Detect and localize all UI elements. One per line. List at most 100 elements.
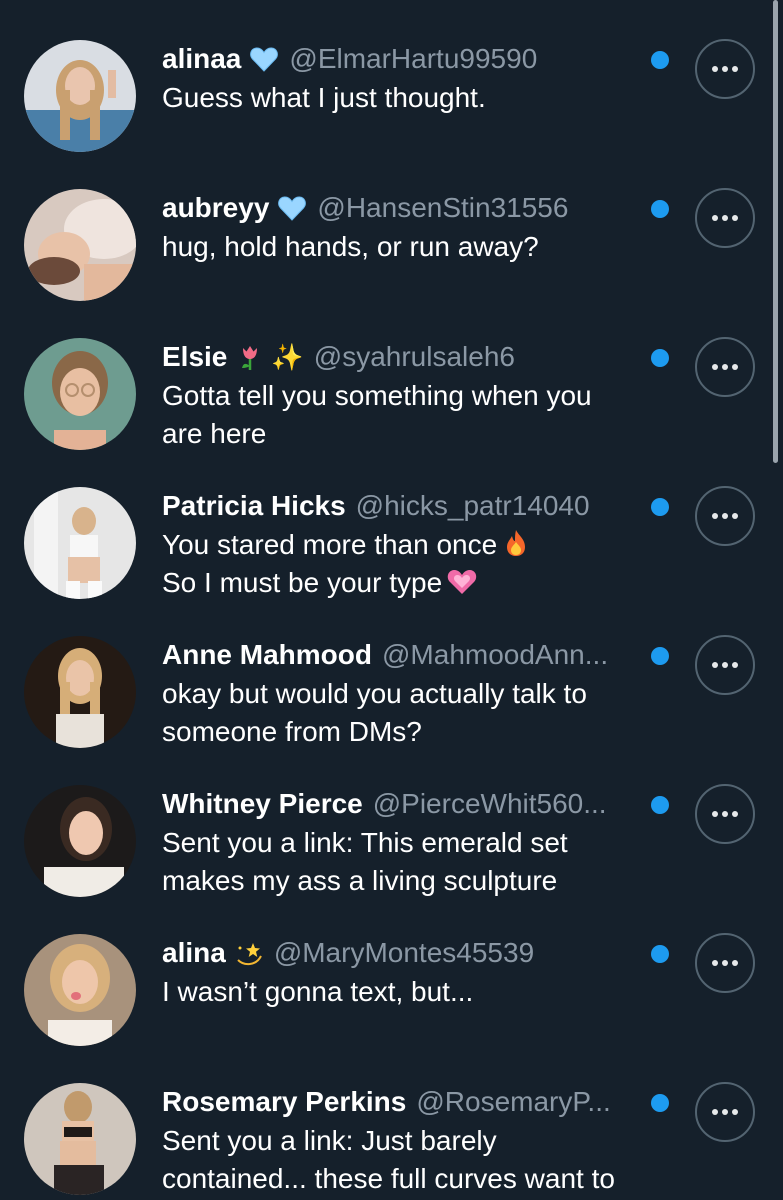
more-horizontal-icon [712,66,738,72]
display-name: Anne Mahmood [162,639,372,670]
message-line: Sent you a link: This emerald set [162,827,568,858]
message-line-text: So I must be your type [162,567,443,598]
conversation-header: alinaa @ElmarHartu99590 [162,40,537,78]
message-line: You stared more than once [162,526,642,564]
fire-icon [507,530,526,556]
more-horizontal-icon [712,960,738,966]
sparkling-heart-icon [447,569,477,594]
more-horizontal-icon [712,364,738,370]
display-name: aubreyy [162,192,270,223]
more-options-button[interactable] [695,933,755,993]
unread-indicator [651,1094,669,1112]
dizzy-star-icon [237,943,262,966]
conversation-header: Rosemary Perkins @RosemaryP... [162,1083,611,1121]
conversation-row[interactable]: Whitney Pierce @PierceWhit560... Sent yo… [0,745,770,897]
avatar-photo [24,40,136,152]
more-horizontal-icon [712,1109,738,1115]
message-line: Sent you a link: Just barely [162,1125,497,1156]
more-horizontal-icon [712,811,738,817]
avatar-photo [24,338,136,450]
more-horizontal-icon [712,662,738,668]
message-line-text: You stared more than once [162,529,498,560]
display-name: alinaa [162,43,242,74]
message-preview: Guess what I just thought. [162,79,642,117]
conversation-row[interactable]: Anne Mahmood @MahmoodAnn... okay but wou… [0,596,770,748]
avatar[interactable] [24,1083,136,1195]
avatar[interactable] [24,338,136,450]
message-preview: okay but would you actually talk to some… [162,675,642,751]
user-handle: @HansenStin31556 [317,192,569,223]
message-preview: hug, hold hands, or run away? [162,228,642,266]
avatar-photo [24,934,136,1046]
conversation-row[interactable]: alina @MaryMontes45539 I wasn’t gonna te… [0,894,770,1046]
more-options-button[interactable] [695,188,755,248]
avatar[interactable] [24,785,136,897]
unread-indicator [651,349,669,367]
message-line: okay but would you actually talk to [162,678,587,709]
more-options-button[interactable] [695,635,755,695]
message-line: Guess what I just thought. [162,82,486,113]
user-handle: @MaryMontes45539 [273,937,535,968]
user-handle: @PierceWhit560... [372,788,607,819]
unread-indicator [651,200,669,218]
user-handle: @MahmoodAnn... [382,639,609,670]
sparkles-icon: ✨ [271,342,304,372]
avatar-photo [24,487,136,599]
message-line: Gotta tell you something when you [162,380,592,411]
scrollbar[interactable] [772,0,780,465]
conversation-row[interactable]: Rosemary Perkins @RosemaryP... Sent you … [0,1043,770,1195]
conversation-header: Elsie ✨ @syahrulsaleh6 [162,338,515,376]
conversation-row[interactable]: aubreyy @HansenStin31556 hug, hold hands… [0,149,770,301]
more-horizontal-icon [712,513,738,519]
unread-indicator [651,647,669,665]
message-preview: I wasn’t gonna text, but... [162,973,642,1011]
more-options-button[interactable] [695,39,755,99]
dm-conversation-list: alinaa @ElmarHartu99590 Guess what I jus… [0,0,783,1200]
conversation-header: Patricia Hicks @hicks_patr14040 [162,487,590,525]
conversation-header: alina @MaryMontes45539 [162,934,534,972]
more-options-button[interactable] [695,1082,755,1142]
message-preview: Sent you a link: Just barely contained..… [162,1122,642,1198]
more-options-button[interactable] [695,337,755,397]
message-preview: Sent you a link: This emerald set makes … [162,824,642,900]
avatar[interactable] [24,934,136,1046]
avatar[interactable] [24,487,136,599]
conversation-row[interactable]: Patricia Hicks @hicks_patr14040 You star… [0,447,770,599]
message-preview: You stared more than once So I must be y… [162,526,642,602]
tulip-icon [242,346,258,370]
display-name: Elsie [162,341,228,372]
user-handle: @syahrulsaleh6 [313,341,515,372]
more-options-button[interactable] [695,486,755,546]
display-name: Patricia Hicks [162,490,346,521]
unread-indicator [651,945,669,963]
scrollbar-thumb[interactable] [773,0,778,463]
user-handle: @hicks_patr14040 [355,490,590,521]
user-handle: @RosemaryP... [416,1086,611,1117]
display-name: Rosemary Perkins [162,1086,407,1117]
conversation-row[interactable]: Elsie ✨ @syahrulsaleh6 Gotta tell you so… [0,298,770,450]
avatar-photo [24,1083,136,1195]
message-line: hug, hold hands, or run away? [162,231,539,262]
conversation-row[interactable]: alinaa @ElmarHartu99590 Guess what I jus… [0,0,770,152]
unread-indicator [651,51,669,69]
more-options-button[interactable] [695,784,755,844]
avatar-photo [24,636,136,748]
avatar[interactable] [24,40,136,152]
avatar[interactable] [24,636,136,748]
conversation-header: Whitney Pierce @PierceWhit560... [162,785,607,823]
light-blue-heart-icon [278,196,307,221]
avatar-photo [24,189,136,301]
light-blue-heart-icon [250,47,279,72]
message-line: I wasn’t gonna text, but... [162,976,474,1007]
unread-indicator [651,796,669,814]
more-horizontal-icon [712,215,738,221]
unread-indicator [651,498,669,516]
display-name: Whitney Pierce [162,788,363,819]
user-handle: @ElmarHartu99590 [289,43,538,74]
conversation-header: aubreyy @HansenStin31556 [162,189,568,227]
message-preview: Gotta tell you something when you are he… [162,377,642,453]
avatar-photo [24,785,136,897]
display-name: alina [162,937,226,968]
avatar[interactable] [24,189,136,301]
conversation-header: Anne Mahmood @MahmoodAnn... [162,636,608,674]
